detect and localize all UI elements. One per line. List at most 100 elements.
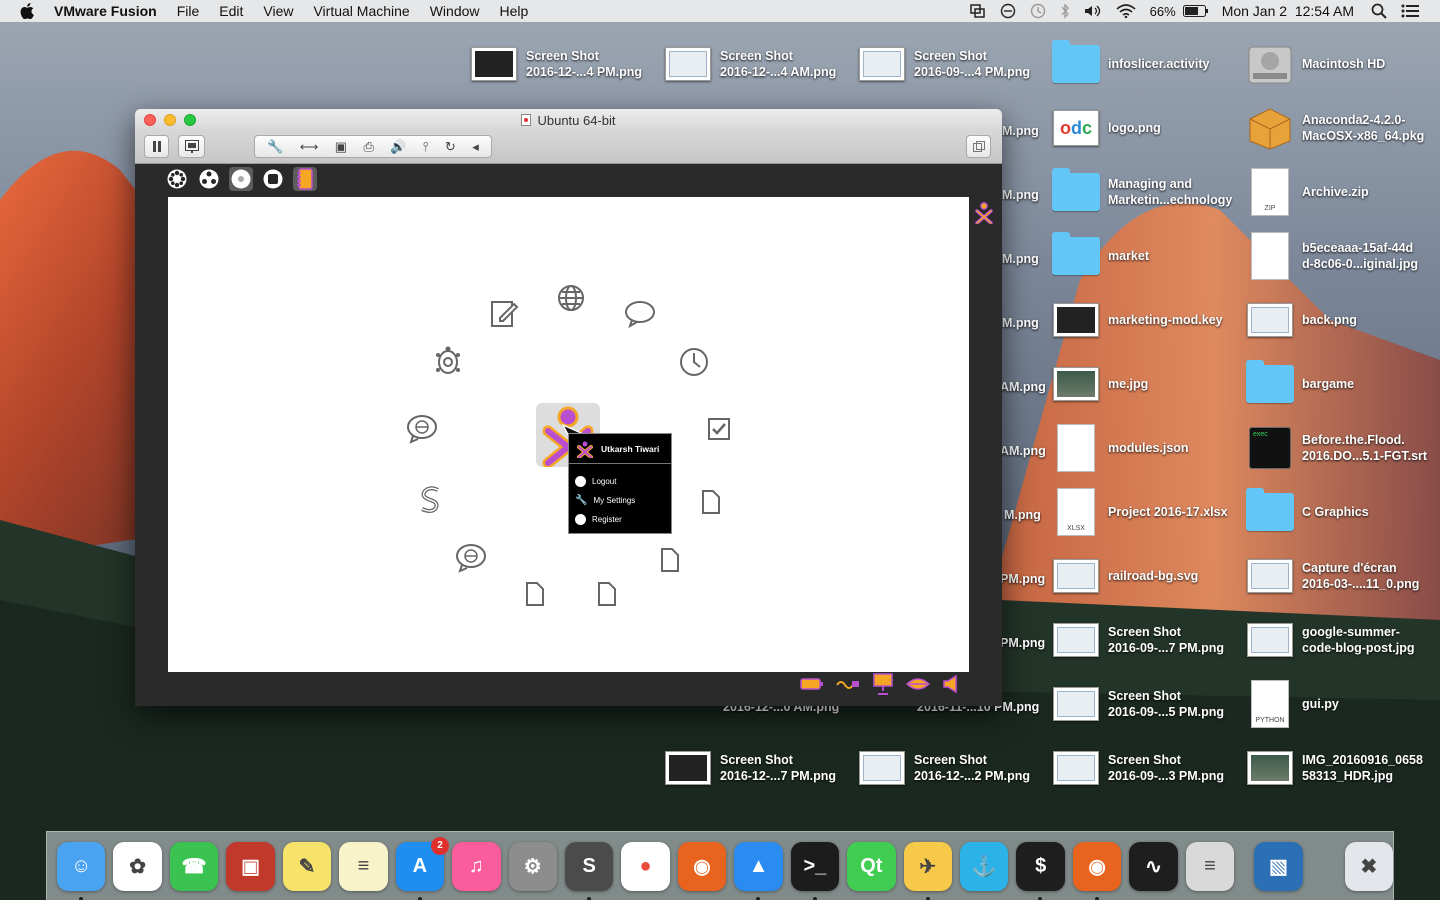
menu-help[interactable]: Help bbox=[490, 0, 539, 22]
vmware-status-icon[interactable] bbox=[963, 4, 993, 18]
desktop-icon[interactable]: Managing and Marketin...echnology bbox=[1052, 164, 1242, 220]
time-machine-icon[interactable] bbox=[1023, 3, 1053, 19]
browse-activity-icon[interactable] bbox=[554, 281, 588, 315]
desktop-icon[interactable]: ZIP Archive.zip bbox=[1246, 164, 1436, 220]
dock-safari-icon[interactable]: ▲ bbox=[734, 841, 783, 900]
desktop-icon[interactable]: b5eceaaa-15af-44d d-8c06-0...iginal.jpg bbox=[1246, 228, 1436, 284]
journal-icon[interactable] bbox=[293, 167, 317, 191]
sound-icon[interactable]: 🔊 bbox=[390, 139, 406, 155]
desktop-icon[interactable]: Screen Shot 2016-12-...4 PM.png bbox=[470, 36, 660, 92]
dock-activity-monitor-icon[interactable]: ∿ bbox=[1129, 841, 1178, 891]
desktop-icon[interactable]: marketing-mod.key bbox=[1052, 292, 1242, 348]
wifi-icon[interactable] bbox=[1109, 4, 1143, 18]
chat-activity-icon[interactable] bbox=[623, 297, 657, 331]
dock-iterm-icon[interactable]: $ bbox=[1016, 841, 1065, 900]
desktop-icon[interactable]: google-summer- code-blog-post.jpg bbox=[1246, 612, 1436, 668]
dock-transmit-icon[interactable]: ⚓ bbox=[960, 841, 1009, 891]
dock-finder-icon[interactable]: ☺ bbox=[57, 841, 106, 900]
document-icon-2[interactable] bbox=[653, 541, 687, 575]
network-icon[interactable]: ⟷ bbox=[300, 139, 319, 155]
write-activity-icon[interactable] bbox=[486, 296, 520, 330]
desktop-icon[interactable]: Screen Shot 2016-09-...5 PM.png bbox=[1052, 676, 1242, 732]
dock-photos-icon[interactable]: ✿ bbox=[113, 841, 162, 891]
document-icon-3[interactable] bbox=[518, 575, 552, 609]
menu-file[interactable]: File bbox=[167, 0, 210, 22]
minimize-button[interactable] bbox=[164, 114, 176, 126]
apple-menu-icon[interactable] bbox=[0, 3, 54, 19]
speech-device-icon[interactable] bbox=[905, 676, 931, 697]
menu-app-name[interactable]: VMware Fusion bbox=[54, 0, 167, 22]
dock-itunes-icon[interactable]: ♫ bbox=[452, 841, 501, 891]
clock-activity-icon[interactable] bbox=[677, 345, 711, 379]
refresh-icon[interactable]: ↻ bbox=[445, 139, 456, 155]
dock-system-preferences-icon[interactable]: ⚙ bbox=[508, 841, 557, 891]
hard-disk-icon[interactable]: ▣ bbox=[335, 139, 347, 155]
dock-notes-icon[interactable]: ≡ bbox=[339, 841, 388, 891]
document-icon-4[interactable] bbox=[590, 575, 624, 609]
menu-edit[interactable]: Edit bbox=[209, 0, 253, 22]
zoom-button[interactable] bbox=[184, 114, 196, 126]
desktop-icon[interactable]: me.jpg bbox=[1052, 356, 1242, 412]
document-icon[interactable] bbox=[694, 483, 728, 517]
display-device-icon[interactable] bbox=[872, 673, 894, 700]
dock-trash-icon[interactable]: ✖ bbox=[1344, 841, 1394, 891]
desktop-icon[interactable]: Screen Shot 2016-09-...4 PM.png bbox=[858, 36, 1048, 92]
menu-view[interactable]: View bbox=[253, 0, 303, 22]
dock-terminal-icon[interactable]: >_ bbox=[790, 841, 840, 900]
desktop-icon[interactable]: Screen Shot 2016-12-...2 PM.png bbox=[858, 740, 1048, 796]
dock-photo-booth-icon[interactable]: ▣ bbox=[226, 841, 275, 891]
speak-activity-icon-2[interactable] bbox=[454, 541, 488, 575]
desktop-icon[interactable]: market bbox=[1052, 228, 1242, 284]
desktop-icon[interactable]: exec Before.the.Flood. 2016.DO...5.1-FGT.… bbox=[1246, 420, 1436, 476]
menu-window[interactable]: Window bbox=[420, 0, 490, 22]
neighborhood-view-icon[interactable] bbox=[165, 167, 189, 191]
bluetooth-icon[interactable] bbox=[1053, 3, 1077, 19]
desktop-icon[interactable]: infoslicer.activity bbox=[1052, 36, 1242, 92]
turtle-activity-icon[interactable] bbox=[431, 344, 465, 378]
desktop-icon[interactable]: Screen Shot 2016-12-...4 AM.png bbox=[664, 36, 854, 92]
unity-view-button[interactable] bbox=[966, 135, 991, 158]
dock-app-store-icon[interactable]: A2 bbox=[395, 836, 450, 900]
home-view-icon[interactable] bbox=[229, 167, 253, 191]
dock-sublime-text-icon[interactable]: S bbox=[564, 841, 614, 900]
logout-menu-item[interactable]: Logout bbox=[569, 472, 671, 491]
my-settings-menu-item[interactable]: 🔧 My Settings bbox=[569, 491, 671, 510]
pause-button[interactable] bbox=[144, 135, 169, 158]
todo-activity-icon[interactable] bbox=[702, 412, 736, 446]
desktop-icon[interactable]: Macintosh HD bbox=[1246, 36, 1436, 92]
battery-device-icon[interactable] bbox=[800, 677, 824, 696]
dock-calculator-icon[interactable]: ≡ bbox=[1185, 841, 1235, 891]
desktop-icon[interactable]: railroad-bg.svg bbox=[1052, 548, 1242, 604]
desktop-icon[interactable]: modules.json bbox=[1052, 420, 1242, 476]
desktop-icon[interactable]: Screen Shot 2016-09-...7 PM.png bbox=[1052, 612, 1242, 668]
dock-firefox-icon[interactable]: ◉ bbox=[677, 841, 727, 891]
desktop-icon[interactable]: odc logo.png bbox=[1052, 100, 1242, 156]
battery-icon[interactable] bbox=[1182, 5, 1216, 17]
desktop-icon[interactable]: bargame bbox=[1246, 356, 1436, 412]
do-not-disturb-icon[interactable] bbox=[993, 3, 1023, 19]
dock-facetime-icon[interactable]: ☎ bbox=[169, 841, 219, 891]
dock-chrome-icon[interactable]: ● bbox=[621, 841, 670, 891]
desktop-icon[interactable]: XLSX Project 2016-17.xlsx bbox=[1052, 484, 1242, 540]
group-view-icon[interactable] bbox=[197, 167, 221, 191]
desktop-icon[interactable]: IMG_20160916_0658 58313_HDR.jpg bbox=[1246, 740, 1436, 796]
close-button[interactable] bbox=[144, 114, 156, 126]
speak-activity-icon[interactable] bbox=[405, 412, 439, 446]
dock-firefox-icon[interactable]: ◉ bbox=[1072, 841, 1122, 900]
snapshot-button[interactable] bbox=[178, 135, 205, 158]
desktop-icon[interactable]: back.png bbox=[1246, 292, 1436, 348]
desktop-icon[interactable]: Screen Shot 2016-09-...3 PM.png bbox=[1052, 740, 1242, 796]
register-menu-item[interactable]: Register bbox=[569, 510, 671, 529]
settings-wrench-icon[interactable]: 🔧 bbox=[267, 139, 283, 155]
dock-cyberduck-icon[interactable]: ✈ bbox=[903, 841, 952, 900]
usb-icon[interactable]: ⫯ bbox=[423, 139, 429, 155]
desktop-icon[interactable]: PYTHON gui.py bbox=[1246, 676, 1436, 732]
menu-virtual-machine[interactable]: Virtual Machine bbox=[303, 0, 419, 22]
dock-vmware-fusion-icon[interactable]: ▧ bbox=[1254, 841, 1303, 891]
battery-percent[interactable]: 66% bbox=[1143, 4, 1183, 19]
snake-activity-icon[interactable] bbox=[414, 483, 448, 517]
desktop-icon[interactable]: C Graphics bbox=[1246, 484, 1436, 540]
network-device-icon[interactable] bbox=[836, 677, 860, 696]
printer-icon[interactable]: ⎙ bbox=[363, 139, 373, 155]
vm-titlebar[interactable]: Ubuntu 64-bit bbox=[135, 109, 1002, 131]
